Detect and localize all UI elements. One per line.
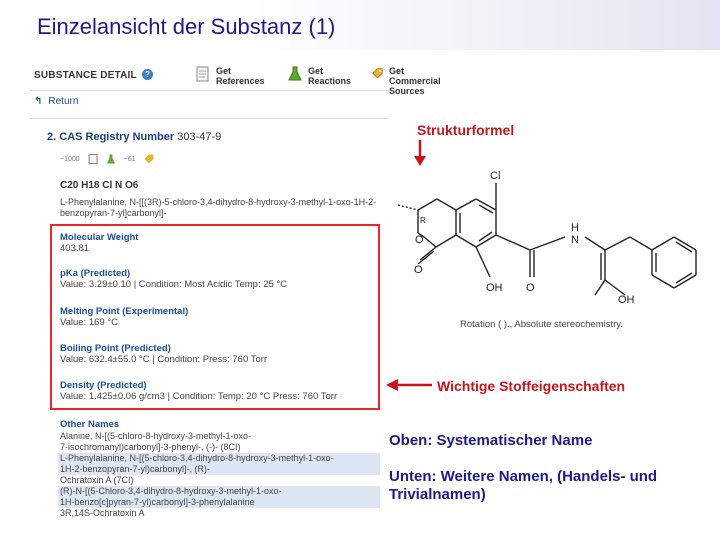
toolbar-title: SUBSTANCE DETAIL <box>34 70 137 81</box>
registry-number-value[interactable]: 303-47-9 <box>177 131 221 143</box>
registry-number-label: CAS Registry Number <box>59 131 175 143</box>
properties-caption: Wichtige Stoffeigenschaften <box>437 378 626 394</box>
property-label[interactable]: Density (Predicted) <box>60 380 337 391</box>
list-item: 7-isochromanyl)carbonyl]-3-phenyl-, (-)-… <box>60 442 241 452</box>
atom-o: O <box>414 264 423 276</box>
document-icon[interactable] <box>88 154 98 164</box>
property-value: Value: 3.29±0.10 | Condition: Most Acidi… <box>60 279 288 290</box>
reference-counts: ~1000 ~61 <box>60 154 154 164</box>
other-names-list: Alanine, N-[(5-chloro-8-hydroxy-3-methyl… <box>58 431 380 519</box>
property-value: Value: 169 °C <box>60 317 119 328</box>
arrow-left-icon <box>386 379 432 391</box>
molecular-formula: C20 H18 Cl N O6 <box>60 180 139 191</box>
property-pka: pKa (Predicted) Value: 3.29±0.10 | Condi… <box>60 268 287 290</box>
get-reactions-label-1: Get <box>308 66 324 76</box>
atom-o-ring: O <box>415 234 424 246</box>
property-melting-point: Melting Point (Experimental) Value: 169 … <box>60 306 188 328</box>
property-boiling-point: Boiling Point (Predicted) Value: 632.4±5… <box>60 343 267 365</box>
list-item: Alanine, N-[(5-chloro-8-hydroxy-3-methyl… <box>60 431 252 441</box>
list-item: 1H-2-benzopyran-7-yl)carbonyl]-, (R)- <box>58 464 380 475</box>
systematic-name: L-Phenylalanine, N-[[(3R)-5-chloro-3,4-d… <box>60 197 377 218</box>
property-label[interactable]: Boiling Point (Predicted) <box>60 343 267 354</box>
substance-detail-toolbar: SUBSTANCE DETAIL ? Get References Get Re… <box>30 62 441 96</box>
note-other-names: Unten: Weitere Namen, (Handels- und Triv… <box>389 468 658 503</box>
atom-oh-acid: OH <box>618 294 635 306</box>
get-references-button[interactable]: Get References <box>196 66 265 86</box>
get-references-label-1: Get <box>216 66 232 76</box>
tag-icon <box>372 68 383 79</box>
get-references-label-2: References <box>216 76 265 86</box>
tag-icon[interactable] <box>144 154 154 164</box>
flask-icon[interactable] <box>106 154 116 164</box>
get-commercial-sources-button[interactable]: Get Commercial Sources <box>372 66 444 96</box>
get-commercial-label-1: Get Commercial <box>389 66 441 86</box>
list-item: 3R,14S-Ochratoxin A <box>60 508 145 518</box>
property-label[interactable]: Molecular Weight <box>60 232 138 243</box>
list-item: (R)-N-[(5-Chloro-3,4-dihydro-8-hydroxy-3… <box>58 486 380 497</box>
get-reactions-button[interactable]: Get Reactions <box>288 66 351 86</box>
atom-cl: Cl <box>490 170 500 182</box>
strukturformel-label: Strukturformel <box>417 122 515 138</box>
list-item: 1H-benzo[c]pyran-7-yl)carbonyl]-3-phenyl… <box>58 497 380 508</box>
references-count[interactable]: ~1000 <box>60 156 80 163</box>
get-reactions-label-2: Reactions <box>308 76 352 86</box>
divider <box>30 118 388 119</box>
stereochemistry-note: Rotation ( )., Absolute stereochemistry. <box>460 319 623 330</box>
property-density: Density (Predicted) Value: 1.425±0.06 g/… <box>60 380 337 402</box>
registry-number-line: 2. CAS Registry Number 303-47-9 <box>47 131 221 143</box>
atom-n: N <box>571 234 579 246</box>
record-index: 2. <box>47 131 57 143</box>
get-commercial-label-2: Sources <box>389 86 425 96</box>
stereo-r-label: R <box>420 216 426 225</box>
list-item: L-Phenylalanine, N-[(5-chloro-3,4-dihydr… <box>58 453 380 464</box>
slide-title: Einzelansicht der Substanz (1) <box>37 14 336 39</box>
property-molecular-weight: Molecular Weight 403.81 <box>60 232 138 254</box>
return-label: Return <box>48 96 79 107</box>
property-value: Value: 1.425±0.06 g/cm3 | Condition: Tem… <box>60 391 338 402</box>
atom-o-amide: O <box>526 282 535 294</box>
property-label[interactable]: pKa (Predicted) <box>60 268 287 279</box>
return-link[interactable]: ↰ Return <box>34 96 78 107</box>
reactions-count[interactable]: ~61 <box>124 156 136 163</box>
other-names-heading: Other Names <box>60 419 120 430</box>
document-icon <box>196 66 209 82</box>
property-value: 403.81 <box>60 243 90 254</box>
property-label[interactable]: Melting Point (Experimental) <box>60 306 188 317</box>
return-arrow-icon: ↰ <box>34 96 43 107</box>
atom-h: H <box>571 222 579 234</box>
flask-icon <box>288 66 302 81</box>
atom-oh: OH <box>486 282 503 294</box>
list-item: Ochratoxin A (7CI) <box>60 475 134 485</box>
note-systematic-name: Oben: Systematischer Name <box>389 432 593 449</box>
structure-diagram: Cl O O OH O N H OH R <box>397 170 697 306</box>
property-value: Value: 632.4±55.0 °C | Condition: Press:… <box>60 354 268 365</box>
help-icon[interactable]: ? <box>142 69 153 80</box>
